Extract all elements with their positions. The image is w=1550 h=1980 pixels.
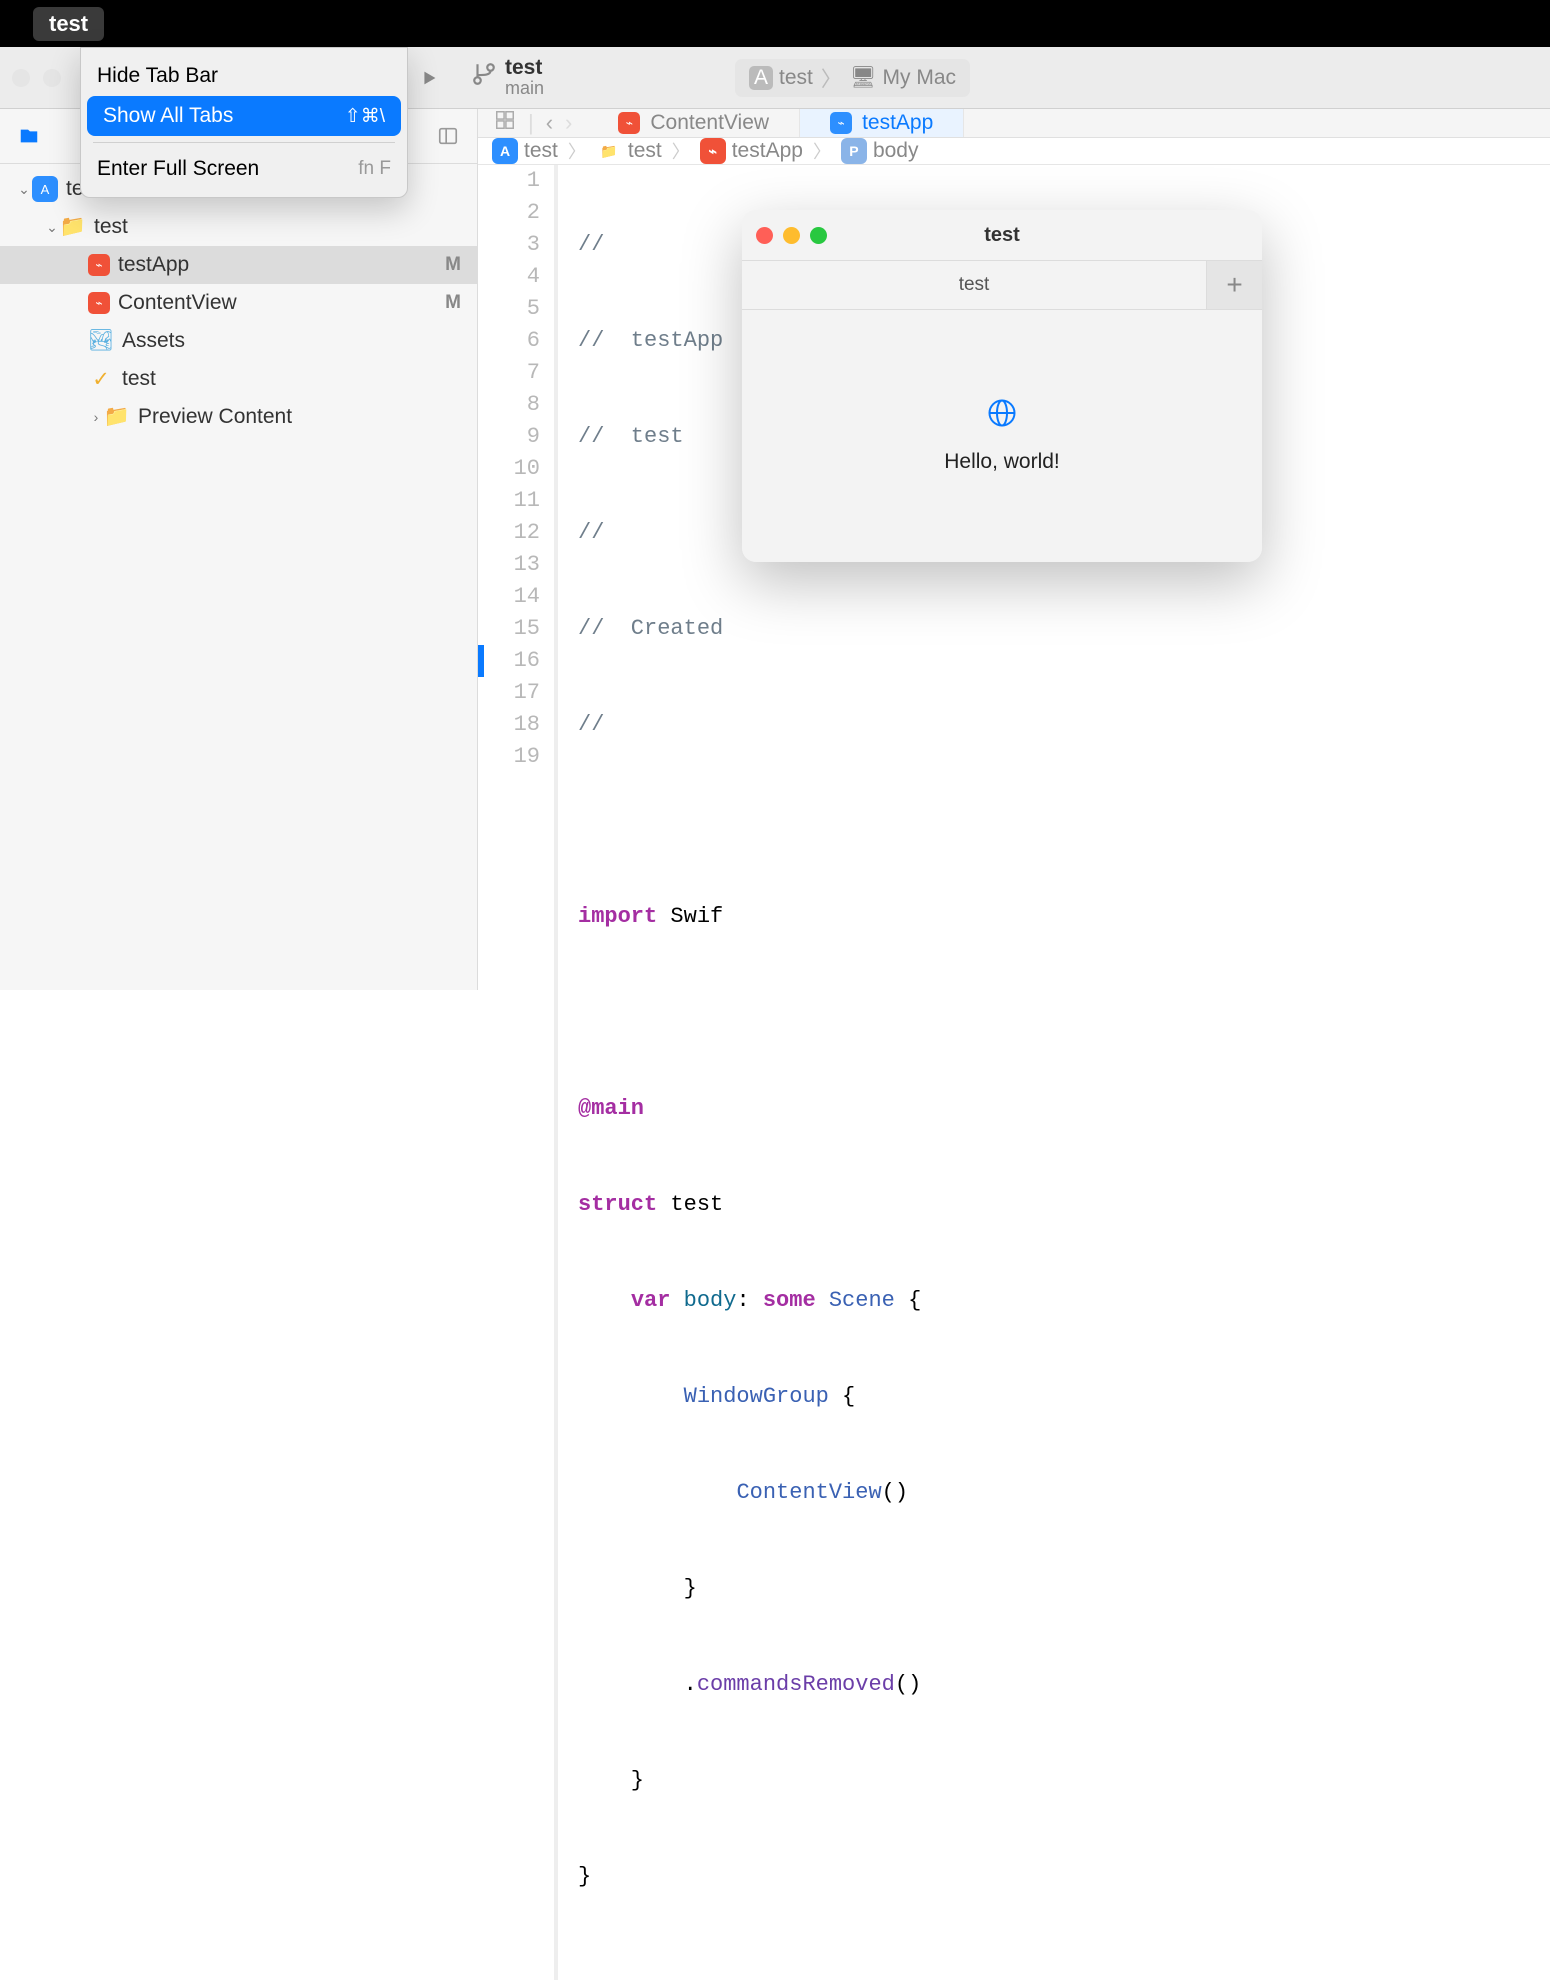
app-icon: A: [32, 176, 58, 202]
property-icon: P: [841, 138, 867, 164]
nav-back-icon[interactable]: ‹: [546, 110, 553, 136]
swift-file-icon: [700, 138, 726, 164]
file-tree: ⌄ A test ⌄ 📁 test testApp M ContentView …: [0, 164, 477, 442]
app-icon: A: [492, 138, 518, 164]
project-navigator-icon[interactable]: [16, 123, 42, 149]
keyboard-shortcut: ⇧⌘\: [345, 105, 385, 128]
branch-icon: [471, 61, 497, 94]
assets-icon: 🏞: [88, 328, 114, 354]
sidebar-toggle-icon[interactable]: [435, 123, 461, 149]
jumpbar-item[interactable]: test: [628, 139, 662, 163]
related-items-icon[interactable]: [494, 109, 516, 137]
file-name: testApp: [118, 253, 445, 277]
chevron-down-icon[interactable]: ⌄: [16, 181, 32, 198]
scheme-title: test: [505, 56, 544, 79]
tab-contentview[interactable]: ContentView: [588, 109, 800, 137]
minimize-icon[interactable]: [783, 227, 800, 244]
preview-content: Hello, world!: [742, 310, 1262, 562]
file-name: Assets: [122, 329, 461, 353]
menu-hide-tab-bar[interactable]: Hide Tab Bar: [81, 56, 407, 96]
tree-file-entitlements[interactable]: ✓ test: [0, 360, 477, 398]
globe-icon: [987, 398, 1017, 436]
folder-icon: 📁: [104, 404, 130, 430]
dest-scheme: test: [779, 66, 813, 90]
keyboard-shortcut: fn F: [358, 158, 391, 180]
hello-text: Hello, world!: [944, 450, 1060, 474]
file-name: ContentView: [118, 291, 445, 315]
chevron-right-icon: 〉: [821, 63, 842, 93]
entitlements-icon: ✓: [88, 366, 114, 392]
tree-file-testapp[interactable]: testApp M: [0, 246, 477, 284]
tree-file-assets[interactable]: 🏞 Assets: [0, 322, 477, 360]
tab-label: ContentView: [650, 111, 769, 135]
run-button[interactable]: [415, 64, 443, 92]
view-menu-dropdown: Hide Tab Bar Show All Tabs ⇧⌘\ Enter Ful…: [80, 47, 408, 198]
swift-file-icon: [88, 292, 110, 314]
chevron-right-icon[interactable]: ›: [88, 409, 104, 425]
nav-forward-icon[interactable]: ›: [565, 110, 572, 136]
tree-folder[interactable]: ⌄ 📁 test: [0, 208, 477, 246]
menu-item-label: Show All Tabs: [103, 104, 233, 128]
chevron-down-icon[interactable]: ⌄: [44, 219, 60, 236]
menubar-app-name[interactable]: test: [33, 7, 104, 41]
branch-name: main: [505, 79, 544, 99]
folder-icon: 📁: [60, 214, 86, 240]
app-icon: A: [749, 66, 773, 90]
scheme-selector[interactable]: test main: [471, 56, 544, 99]
menu-separator: [93, 142, 395, 143]
preview-tabbar: test +: [742, 260, 1262, 310]
swift-file-icon: [88, 254, 110, 276]
minimize-icon[interactable]: [43, 69, 61, 87]
preview-titlebar[interactable]: test: [742, 210, 1262, 260]
app-preview-window: test test + Hello, world!: [742, 210, 1262, 562]
scm-badge: M: [445, 254, 461, 276]
tab-label: testApp: [862, 111, 933, 135]
preview-tab[interactable]: test: [742, 261, 1206, 309]
chevron-right-icon: 〉: [672, 138, 690, 164]
swift-file-icon: [830, 112, 852, 134]
menu-show-all-tabs[interactable]: Show All Tabs ⇧⌘\: [87, 96, 401, 136]
scm-badge: M: [445, 292, 461, 314]
close-icon[interactable]: [12, 69, 30, 87]
tab-testapp[interactable]: testApp: [800, 109, 964, 137]
chevron-right-icon: 〉: [568, 138, 586, 164]
jumpbar-item[interactable]: body: [873, 139, 919, 163]
editor-tab-bar: | ‹ › ContentView testApp: [478, 109, 1550, 138]
run-destination[interactable]: A test 〉 🖥 My Mac: [735, 59, 970, 97]
jumpbar-item[interactable]: testApp: [732, 139, 803, 163]
navigator-sidebar: ⌄ A test ⌄ 📁 test testApp M ContentView …: [0, 109, 478, 990]
maximize-icon[interactable]: [810, 227, 827, 244]
preview-window-controls: [756, 227, 827, 244]
swift-file-icon: [618, 112, 640, 134]
menu-item-label: Hide Tab Bar: [97, 64, 218, 88]
line-gutter: 1234 5678 9101112 13141516 171819: [478, 165, 558, 1980]
tree-folder-preview[interactable]: › 📁 Preview Content: [0, 398, 477, 436]
chevron-right-icon: 〉: [813, 138, 831, 164]
folder-name: Preview Content: [138, 405, 461, 429]
folder-name: test: [94, 215, 461, 239]
menu-item-label: Enter Full Screen: [97, 157, 259, 181]
tree-file-contentview[interactable]: ContentView M: [0, 284, 477, 322]
new-tab-button[interactable]: +: [1206, 261, 1262, 309]
file-name: test: [122, 367, 461, 391]
system-menubar: test: [0, 0, 1550, 47]
close-icon[interactable]: [756, 227, 773, 244]
menu-enter-full-screen[interactable]: Enter Full Screen fn F: [81, 149, 407, 189]
jump-bar[interactable]: A test 〉 📁 test 〉 testApp 〉 P body: [478, 138, 1550, 165]
monitor-icon: 🖥: [850, 66, 877, 90]
jumpbar-item[interactable]: test: [524, 139, 558, 163]
folder-icon: 📁: [596, 138, 622, 164]
dest-device: My Mac: [883, 66, 957, 90]
window-controls: [12, 69, 61, 87]
